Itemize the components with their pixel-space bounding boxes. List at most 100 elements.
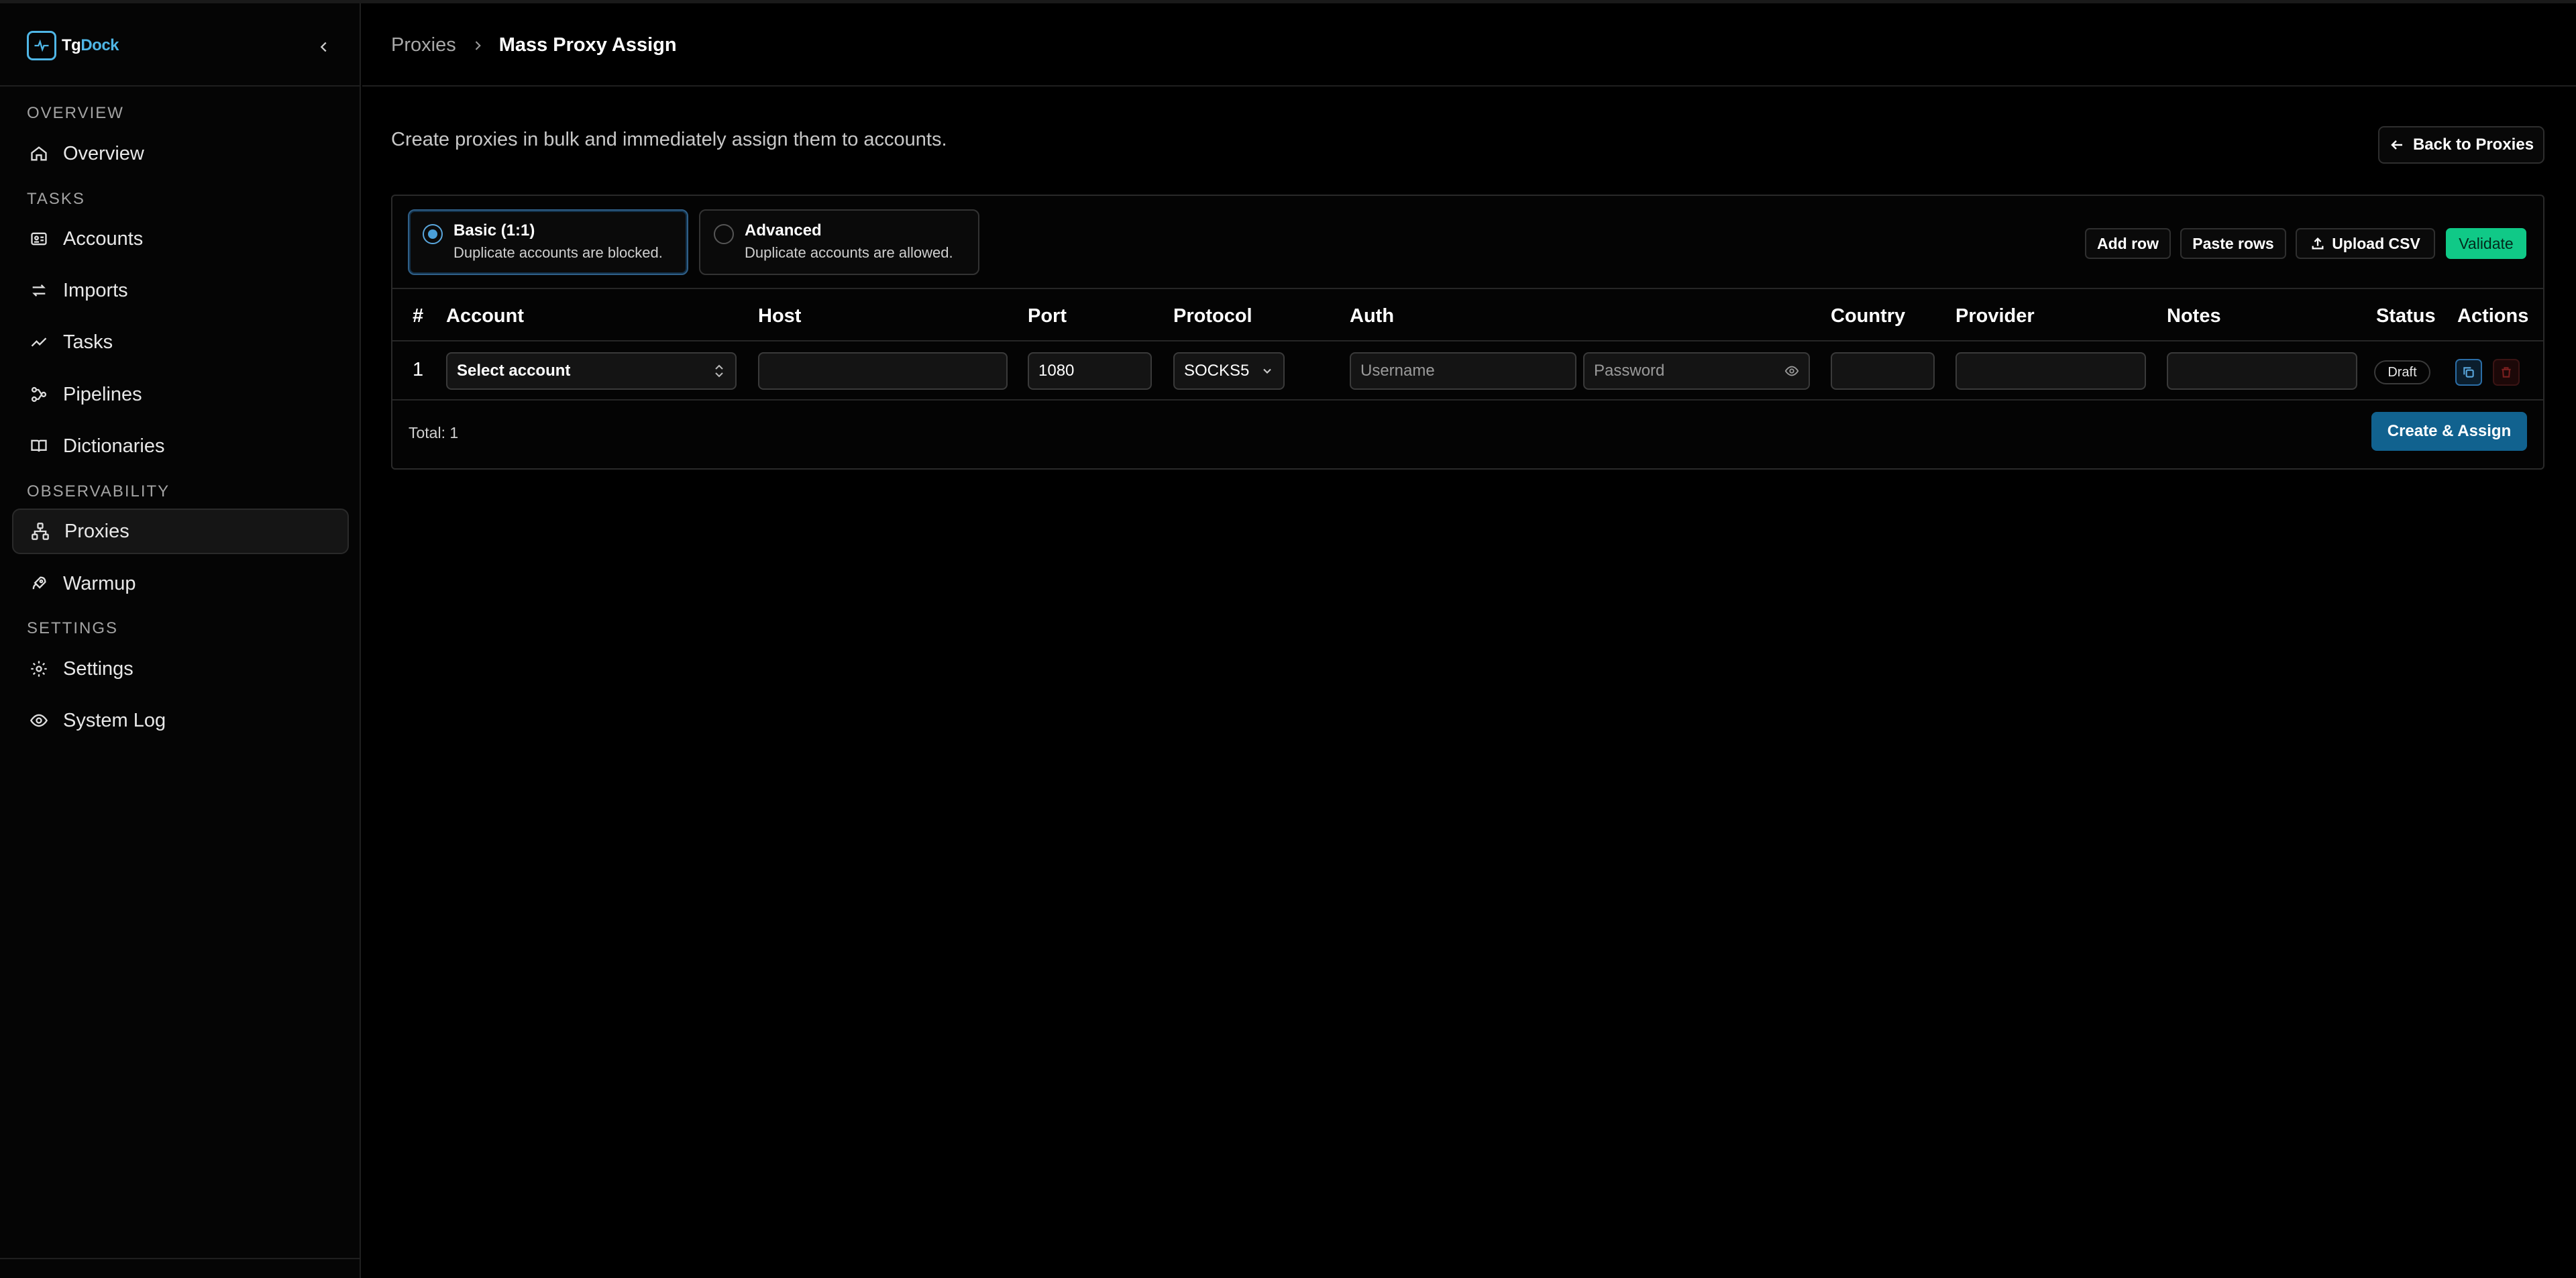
sidebar-item-settings[interactable]: Settings (12, 646, 349, 692)
back-button-label: Back to Proxies (2412, 136, 2534, 154)
duplicate-row-button[interactable] (2455, 359, 2482, 386)
col-header-auth: Auth (1350, 305, 1395, 327)
trash-icon (2502, 367, 2511, 378)
chevron-down-icon (1263, 368, 1271, 374)
status-badge: Draft (2374, 360, 2430, 384)
delete-row-button[interactable] (2493, 359, 2520, 386)
sidebar-item-overview[interactable]: Overview (12, 131, 349, 176)
sidebar-item-label: System Log (63, 709, 166, 731)
page-subtitle: Create proxies in bulk and immediately a… (391, 129, 947, 150)
add-row-button[interactable]: Add row (2085, 228, 2171, 259)
activity-icon (31, 337, 47, 347)
create-and-assign-button[interactable]: Create & Assign (2371, 412, 2527, 451)
app-logo[interactable]: TgDock (27, 31, 119, 60)
col-header-port: Port (1028, 305, 1067, 327)
sidebar-item-accounts[interactable]: Accounts (12, 216, 349, 262)
port-input[interactable]: 1080 (1028, 352, 1152, 390)
sidebar-item-proxies[interactable]: Proxies (12, 509, 349, 554)
sidebar-item-warmup[interactable]: Warmup (12, 561, 349, 606)
validate-button[interactable]: Validate (2446, 228, 2526, 259)
mode-advanced-desc: Duplicate accounts are allowed. (745, 244, 953, 261)
sidebar: TgDock OVERVIEW Overview TASKS Accounts … (0, 3, 361, 1278)
col-header-notes: Notes (2167, 305, 2221, 327)
back-to-proxies-button[interactable]: Back to Proxies (2378, 126, 2544, 164)
sidebar-item-system-log[interactable]: System Log (12, 698, 349, 743)
breadcrumb-current: Mass Proxy Assign (498, 34, 677, 56)
password-placeholder: Password (1594, 362, 1665, 380)
total-count: Total: 1 (409, 424, 459, 441)
table-header: # Account Host Port Protocol Auth Countr… (392, 288, 2543, 341)
eye-icon[interactable] (1784, 364, 1799, 378)
sidebar-item-label: Accounts (63, 227, 144, 250)
host-input[interactable] (758, 352, 1008, 390)
copy-icon (2463, 367, 2474, 378)
section-label-tasks: TASKS (27, 190, 85, 208)
sidebar-header: TgDock (0, 3, 360, 87)
col-header-country: Country (1831, 305, 1906, 327)
home-icon (31, 146, 47, 161)
app-name: TgDock (62, 36, 119, 54)
account-select[interactable]: Select account (446, 352, 737, 390)
mode-advanced-option[interactable]: Advanced Duplicate accounts are allowed. (699, 209, 979, 275)
sidebar-item-label: Dictionaries (63, 435, 165, 457)
breadcrumb-proxies-link[interactable]: Proxies (391, 34, 456, 56)
section-label-observability: OBSERVABILITY (27, 482, 170, 500)
col-header-provider: Provider (1955, 305, 2035, 327)
protocol-value: SOCKS5 (1184, 362, 1250, 380)
sidebar-item-dictionaries[interactable]: Dictionaries (12, 423, 349, 469)
chevron-left-icon (320, 42, 327, 52)
username-input[interactable]: Username (1350, 352, 1576, 390)
paste-rows-button[interactable]: Paste rows (2180, 228, 2286, 259)
section-label-settings: SETTINGS (27, 619, 119, 637)
network-icon (32, 523, 49, 540)
mode-advanced-title: Advanced (745, 221, 822, 239)
collapse-sidebar-button[interactable] (313, 36, 335, 58)
sidebar-divider (0, 1258, 360, 1259)
workflow-icon (31, 386, 47, 403)
breadcrumb: Proxies Mass Proxy Assign (391, 34, 677, 56)
mass-assign-panel: Basic (1:1) Duplicate accounts are block… (391, 195, 2544, 470)
sidebar-item-label: Settings (63, 657, 133, 680)
account-select-value: Select account (457, 362, 571, 380)
arrow-left-icon (2391, 140, 2402, 150)
chevron-right-icon (475, 40, 481, 50)
sidebar-item-pipelines[interactable]: Pipelines (12, 372, 349, 417)
id-card-icon (31, 232, 47, 246)
logo-icon (27, 31, 56, 60)
protocol-select[interactable]: SOCKS5 (1173, 352, 1285, 390)
country-input[interactable] (1831, 352, 1935, 390)
radio-basic[interactable] (423, 224, 443, 244)
sidebar-item-label: Warmup (63, 572, 136, 594)
upload-csv-label: Upload CSV (2332, 234, 2420, 252)
sidebar-item-label: Proxies (64, 520, 129, 542)
sidebar-item-imports[interactable]: Imports (12, 268, 349, 313)
chevron-up-down-icon (715, 364, 723, 378)
col-header-protocol: Protocol (1173, 305, 1252, 327)
gear-icon (31, 661, 47, 677)
col-header-num: # (413, 305, 424, 327)
eye-icon (30, 714, 48, 727)
sidebar-item-label: Tasks (63, 331, 113, 353)
sidebar-item-tasks[interactable]: Tasks (12, 319, 349, 365)
notes-input[interactable] (2167, 352, 2357, 390)
sidebar-item-label: Pipelines (63, 383, 142, 405)
upload-icon (2312, 237, 2324, 250)
swap-arrows-icon (32, 284, 46, 297)
table-row: 1 Select account 1080 SOCKS5 Username Pa… (392, 341, 2543, 401)
upload-csv-button[interactable]: Upload CSV (2296, 228, 2435, 259)
col-header-actions: Actions (2457, 305, 2529, 327)
password-input[interactable]: Password (1583, 352, 1810, 390)
row-number: 1 (413, 359, 424, 380)
book-icon (31, 439, 47, 452)
provider-input[interactable] (1955, 352, 2146, 390)
rocket-icon (32, 576, 46, 590)
sidebar-item-label: Overview (63, 142, 144, 164)
radio-advanced[interactable] (714, 224, 734, 244)
col-header-status: Status (2376, 305, 2436, 327)
page-header: Proxies Mass Proxy Assign (362, 3, 2576, 87)
mode-basic-option[interactable]: Basic (1:1) Duplicate accounts are block… (408, 209, 688, 275)
col-header-host: Host (758, 305, 802, 327)
mode-basic-desc: Duplicate accounts are blocked. (453, 244, 663, 261)
section-label-overview: OVERVIEW (27, 104, 124, 122)
sidebar-item-label: Imports (63, 279, 128, 301)
